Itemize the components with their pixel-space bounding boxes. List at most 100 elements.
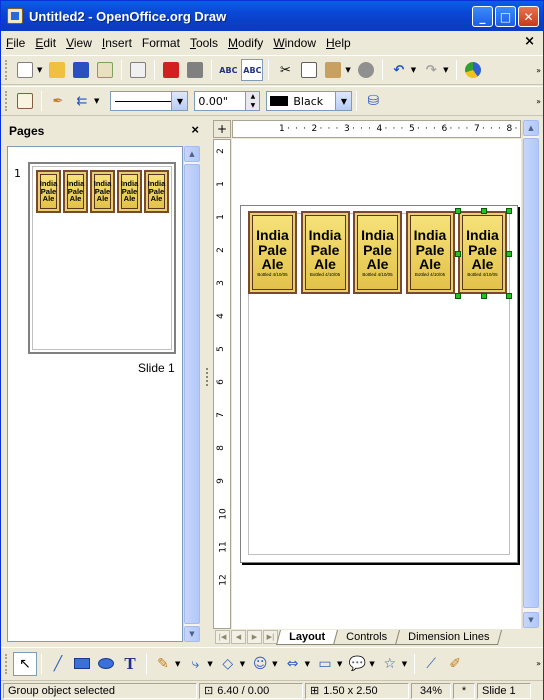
- rectangle-tool-icon[interactable]: [70, 652, 94, 676]
- beer-label[interactable]: India Pale Ale Bottled 4/10/05: [248, 211, 297, 294]
- copy-icon[interactable]: [298, 59, 320, 81]
- toolbar-grip[interactable]: [5, 91, 9, 111]
- selection-handle[interactable]: [506, 251, 512, 257]
- maximize-button[interactable]: □: [495, 6, 516, 27]
- line-style-select[interactable]: ▼: [110, 91, 189, 111]
- block-arrows-dropdown-icon[interactable]: ▼: [305, 660, 310, 668]
- draw-app-icon[interactable]: [7, 8, 23, 24]
- text-tool-icon[interactable]: T: [118, 652, 142, 676]
- spellcheck-icon[interactable]: ABC: [217, 59, 239, 81]
- undo-icon[interactable]: ↶: [388, 59, 410, 81]
- slide-thumbnail[interactable]: India Pale Ale India Pale Ale India Pale Ale Indi…: [28, 162, 176, 354]
- line-width-spinner[interactable]: 0.00" ▲ ▼: [194, 91, 261, 111]
- beer-label[interactable]: India Pale Ale Bottled 4/10/05: [300, 211, 350, 294]
- title-bar[interactable]: Untitled2 - OpenOffice.org Draw _ □ ✕: [1, 1, 543, 31]
- chart-icon[interactable]: [462, 59, 484, 81]
- edit-file-icon[interactable]: [127, 59, 149, 81]
- selection-handle[interactable]: [481, 293, 487, 299]
- selection-handle[interactable]: [506, 293, 512, 299]
- tab-dimension-lines[interactable]: Dimension Lines: [395, 630, 503, 645]
- close-document-icon[interactable]: ×: [524, 34, 535, 49]
- drawing-canvas[interactable]: India Pale Ale Bottled 4/10/05 India Pale Ale B…: [232, 139, 521, 629]
- close-pane-icon[interactable]: ×: [191, 122, 199, 137]
- selection-handle[interactable]: [506, 208, 512, 214]
- menu-insert[interactable]: Insert: [97, 36, 137, 50]
- clone-formatting-icon[interactable]: [355, 59, 377, 81]
- menu-window[interactable]: Window: [268, 36, 321, 50]
- basic-shapes-dropdown-icon[interactable]: ▼: [240, 660, 245, 668]
- first-tab-icon[interactable]: |◀: [215, 630, 230, 644]
- tab-layout[interactable]: Layout: [275, 630, 339, 645]
- selection-handle[interactable]: [481, 208, 487, 214]
- selection-handle[interactable]: [455, 293, 461, 299]
- toolbar-grip[interactable]: [5, 60, 9, 80]
- stars-icon[interactable]: ☆: [378, 652, 402, 676]
- minimize-button[interactable]: _: [472, 6, 493, 27]
- open-folder-icon[interactable]: [46, 59, 68, 81]
- close-button[interactable]: ✕: [518, 6, 539, 27]
- basic-shapes-icon[interactable]: ◇: [216, 652, 240, 676]
- stars-dropdown-icon[interactable]: ▼: [402, 660, 407, 668]
- beer-label[interactable]: India Pale Ale: [90, 170, 115, 213]
- select-pointer-icon[interactable]: ↖: [13, 651, 37, 676]
- ellipse-tool-icon[interactable]: [94, 652, 118, 676]
- save-icon[interactable]: [70, 59, 92, 81]
- paste-icon[interactable]: [322, 59, 344, 81]
- toolbar-overflow-icon[interactable]: »: [536, 659, 541, 668]
- toolbar-overflow-icon[interactable]: »: [536, 97, 541, 106]
- beer-label[interactable]: India Pale Ale Bottled 4/10/05: [353, 211, 402, 294]
- selection-handle[interactable]: [455, 208, 461, 214]
- callouts-icon[interactable]: 💬: [345, 652, 369, 676]
- line-color-select[interactable]: Black ▼: [266, 91, 353, 111]
- menu-modify[interactable]: Modify: [223, 36, 268, 50]
- spinner-arrows-icon[interactable]: ▲ ▼: [245, 92, 260, 110]
- tab-controls[interactable]: Controls: [333, 630, 401, 645]
- symbol-shapes-icon[interactable]: ☺: [248, 652, 272, 676]
- scroll-thumb[interactable]: [523, 138, 539, 608]
- email-icon[interactable]: [94, 59, 116, 81]
- glue-points-icon[interactable]: ✐: [443, 652, 467, 676]
- print-icon[interactable]: [184, 59, 206, 81]
- chevron-down-icon[interactable]: ▼: [171, 92, 188, 110]
- points-icon[interactable]: ⟋: [419, 652, 443, 676]
- block-arrows-icon[interactable]: ⇔: [281, 652, 305, 676]
- menu-help[interactable]: Help: [321, 36, 356, 50]
- slide-list[interactable]: 1 India Pale Ale India Pale Ale India Pale Ale In…: [7, 146, 183, 642]
- curve-tool-icon[interactable]: ✎: [151, 652, 175, 676]
- undo-dropdown-icon[interactable]: ▼: [411, 66, 416, 74]
- line-tool-icon[interactable]: ╱: [46, 652, 70, 676]
- beer-label[interactable]: India Pale Ale: [63, 170, 88, 213]
- curve-dropdown-icon[interactable]: ▼: [175, 660, 180, 668]
- scroll-up-icon[interactable]: ▲: [184, 146, 200, 162]
- callouts-dropdown-icon[interactable]: ▼: [369, 660, 374, 668]
- ruler-corner[interactable]: +: [213, 120, 231, 138]
- beer-label[interactable]: India Pale Ale Bottled 4/10/05: [458, 211, 507, 294]
- area-fill-icon[interactable]: ⛁: [362, 90, 384, 112]
- flowchart-icon[interactable]: ▭: [313, 652, 337, 676]
- redo-dropdown-icon[interactable]: ▼: [443, 66, 448, 74]
- beer-label[interactable]: India Pale Ale: [117, 170, 142, 213]
- symbol-shapes-dropdown-icon[interactable]: ▼: [272, 660, 277, 668]
- connector-dropdown-icon[interactable]: ▼: [207, 660, 212, 668]
- beer-label[interactable]: India Pale Ale: [36, 170, 61, 213]
- zoom-level[interactable]: 34%: [411, 682, 451, 699]
- menu-view[interactable]: View: [61, 36, 97, 50]
- next-tab-icon[interactable]: ▶: [247, 630, 262, 644]
- line-icon[interactable]: ✒: [47, 90, 69, 112]
- menu-edit[interactable]: Edit: [30, 36, 61, 50]
- chevron-down-icon[interactable]: ▼: [335, 92, 352, 110]
- arrow-style-dropdown-icon[interactable]: ▼: [94, 97, 99, 105]
- beer-label[interactable]: India Pale Ale Bottled 4/10/05: [405, 211, 455, 294]
- selection-handle[interactable]: [455, 251, 461, 257]
- document-modified-indicator[interactable]: *: [453, 682, 475, 699]
- scroll-thumb[interactable]: [184, 164, 200, 624]
- toolbar-grip[interactable]: [5, 653, 9, 674]
- new-dropdown-icon[interactable]: ▼: [37, 66, 42, 74]
- paste-dropdown-icon[interactable]: ▼: [345, 66, 350, 74]
- toolbar-overflow-icon[interactable]: »: [536, 66, 541, 75]
- canvas-scrollbar[interactable]: ▲ ▼: [522, 120, 539, 628]
- new-document-icon[interactable]: [14, 59, 36, 81]
- beer-label[interactable]: India Pale Ale: [144, 170, 169, 213]
- scroll-up-icon[interactable]: ▲: [523, 120, 539, 136]
- connector-tool-icon[interactable]: ⤷: [183, 652, 207, 676]
